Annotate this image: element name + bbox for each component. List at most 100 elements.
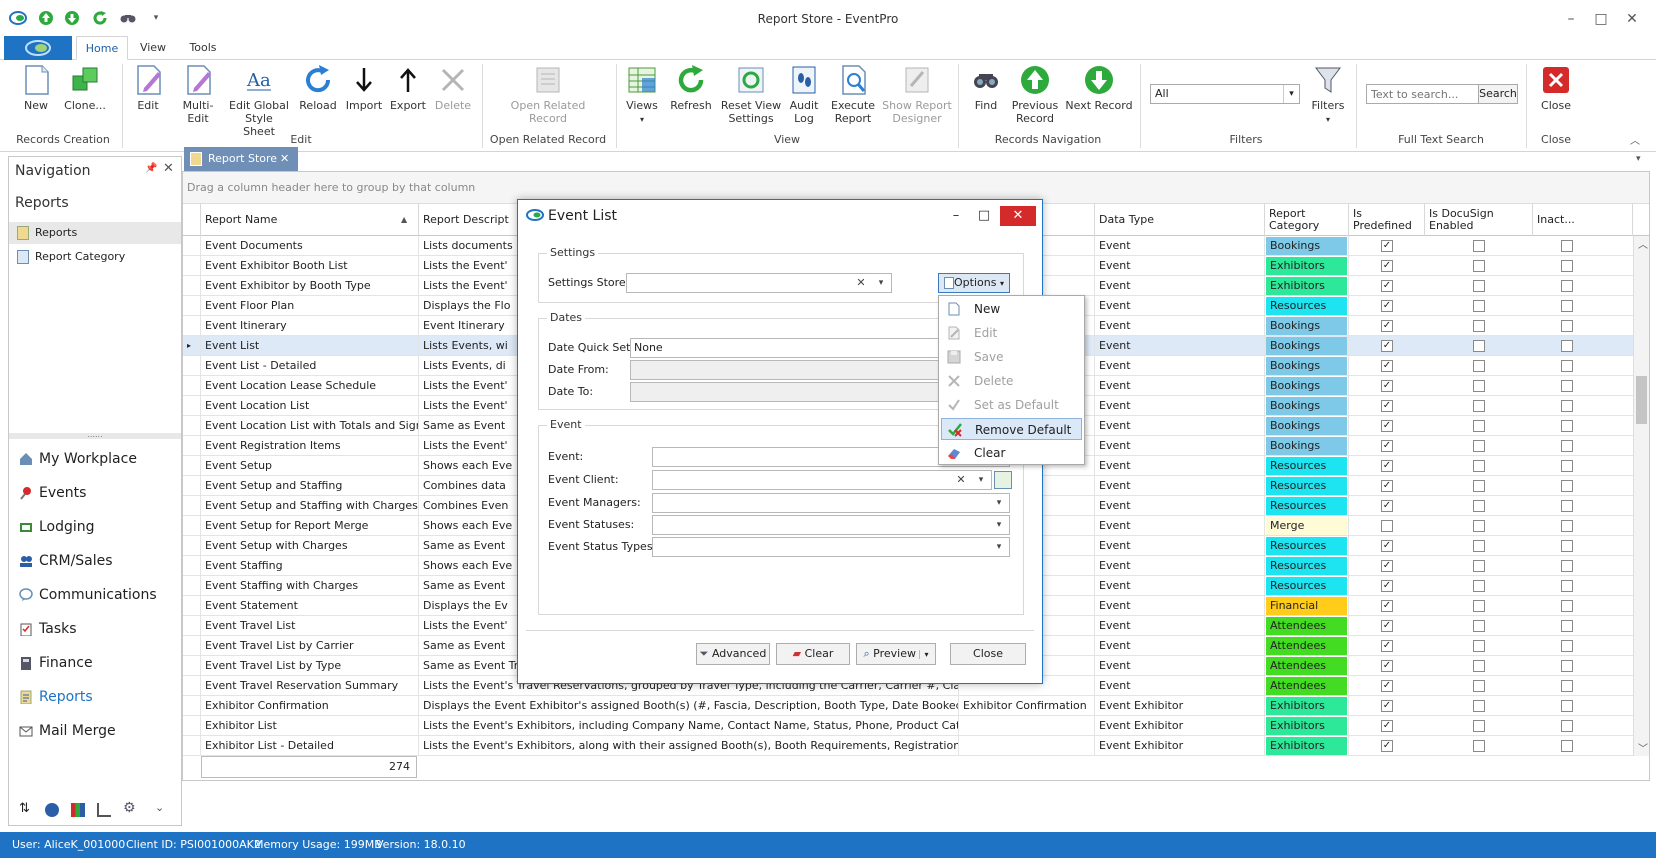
module-events[interactable]: Events: [9, 477, 181, 509]
preview-button[interactable]: ⌕ Preview ▾: [856, 643, 936, 665]
inactive-checkbox[interactable]: [1561, 700, 1573, 712]
module-my-workplace[interactable]: My Workplace: [9, 443, 181, 475]
is-docusign-checkbox[interactable]: [1473, 500, 1485, 512]
is-predefined-checkbox[interactable]: ✓: [1381, 720, 1393, 732]
is-predefined-checkbox[interactable]: ✓: [1381, 480, 1393, 492]
nav-item-reports[interactable]: Reports: [9, 222, 181, 244]
inactive-checkbox[interactable]: [1561, 340, 1573, 352]
open-related-record-button[interactable]: Open Related Record: [508, 62, 588, 132]
nav-item-report-category[interactable]: Report Category: [9, 246, 181, 268]
is-predefined-checkbox[interactable]: ✓: [1381, 560, 1393, 572]
close-nav-icon[interactable]: ✕: [163, 161, 174, 176]
event-client-field[interactable]: ✕ ▾: [652, 470, 992, 490]
chevron-down-icon[interactable]: ▾: [991, 539, 1007, 555]
filters-button[interactable]: Filters ▾: [1304, 62, 1352, 132]
is-docusign-checkbox[interactable]: [1473, 580, 1485, 592]
application-menu-button[interactable]: [4, 36, 72, 60]
inactive-checkbox[interactable]: [1561, 660, 1573, 672]
module-reports[interactable]: Reports: [9, 681, 181, 713]
is-docusign-checkbox[interactable]: [1473, 340, 1485, 352]
is-docusign-checkbox[interactable]: [1473, 420, 1485, 432]
menu-item-delete[interactable]: Delete: [941, 370, 1082, 392]
scroll-down-icon[interactable]: ﹀: [1638, 740, 1648, 755]
is-predefined-checkbox[interactable]: ✓: [1381, 240, 1393, 252]
inactive-checkbox[interactable]: [1561, 280, 1573, 292]
export-button[interactable]: Export: [388, 62, 428, 132]
gear-icon[interactable]: ⚙: [123, 800, 136, 816]
refresh-button[interactable]: Refresh: [668, 62, 714, 132]
search-button[interactable]: Search: [1478, 84, 1518, 104]
event-managers-select[interactable]: ▾: [652, 493, 1010, 513]
is-predefined-checkbox[interactable]: ✓: [1381, 620, 1393, 632]
is-docusign-checkbox[interactable]: [1473, 560, 1485, 572]
is-docusign-checkbox[interactable]: [1473, 280, 1485, 292]
inactive-checkbox[interactable]: [1561, 560, 1573, 572]
is-docusign-checkbox[interactable]: [1473, 640, 1485, 652]
is-docusign-checkbox[interactable]: [1473, 520, 1485, 532]
is-predefined-checkbox[interactable]: ✓: [1381, 700, 1393, 712]
document-dropdown-icon[interactable]: ▾: [1636, 154, 1641, 164]
clear-button[interactable]: ▰ Clear: [776, 643, 850, 665]
is-docusign-checkbox[interactable]: [1473, 660, 1485, 672]
is-predefined-checkbox[interactable]: ✓: [1381, 680, 1393, 692]
inactive-checkbox[interactable]: [1561, 380, 1573, 392]
bar-chart-icon[interactable]: [71, 803, 85, 817]
inactive-checkbox[interactable]: [1561, 300, 1573, 312]
inactive-checkbox[interactable]: [1561, 740, 1573, 752]
is-predefined-checkbox[interactable]: ✓: [1381, 280, 1393, 292]
advanced-button[interactable]: ⏷ Advanced: [696, 643, 770, 665]
inactive-checkbox[interactable]: [1561, 440, 1573, 452]
module-mail-merge[interactable]: Mail Merge: [9, 715, 181, 747]
inactive-checkbox[interactable]: [1561, 580, 1573, 592]
close-button[interactable]: Close: [1534, 62, 1578, 132]
chevron-down-icon[interactable]: ▾: [873, 275, 889, 291]
dialog-close-button[interactable]: ✕: [1000, 206, 1036, 226]
tab-view[interactable]: View: [134, 36, 172, 60]
vertical-scrollbar[interactable]: ︿ ﹀: [1633, 236, 1649, 756]
is-docusign-checkbox[interactable]: [1473, 540, 1485, 552]
inactive-checkbox[interactable]: [1561, 520, 1573, 532]
is-docusign-checkbox[interactable]: [1473, 400, 1485, 412]
import-button[interactable]: Import: [344, 62, 384, 132]
is-predefined-checkbox[interactable]: ✓: [1381, 740, 1393, 752]
scrollbar-thumb[interactable]: [1636, 376, 1647, 424]
edit-button[interactable]: Edit: [128, 62, 168, 132]
inactive-checkbox[interactable]: [1561, 260, 1573, 272]
is-predefined-checkbox[interactable]: ✓: [1381, 360, 1393, 372]
inactive-checkbox[interactable]: [1561, 320, 1573, 332]
minimize-button[interactable]: –: [1556, 8, 1586, 30]
audit-log-button[interactable]: Audit Log: [786, 62, 822, 132]
column-inactive[interactable]: Inact...: [1533, 204, 1633, 236]
dialog-close-action-button[interactable]: Close: [950, 643, 1026, 665]
reset-view-settings-button[interactable]: Reset View Settings: [720, 62, 782, 132]
scroll-up-icon[interactable]: ︿: [1638, 236, 1648, 251]
dialog-maximize-button[interactable]: □: [970, 206, 998, 226]
options-button[interactable]: Options ▾: [938, 273, 1010, 293]
is-docusign-checkbox[interactable]: [1473, 700, 1485, 712]
inactive-checkbox[interactable]: [1561, 460, 1573, 472]
menu-item-edit[interactable]: Edit: [941, 322, 1082, 344]
edit-global-style-sheet-button[interactable]: Aa Edit Global Style Sheet: [228, 62, 290, 138]
inactive-checkbox[interactable]: [1561, 600, 1573, 612]
table-row[interactable]: Exhibitor Confirmation Displays the Event…: [183, 696, 1633, 716]
close-window-button[interactable]: ✕: [1617, 8, 1647, 30]
inactive-checkbox[interactable]: [1561, 360, 1573, 372]
is-predefined-checkbox[interactable]: ✓: [1381, 660, 1393, 672]
is-predefined-checkbox[interactable]: [1381, 520, 1393, 532]
is-predefined-checkbox[interactable]: ✓: [1381, 260, 1393, 272]
module-crm-sales[interactable]: CRM/Sales: [9, 545, 181, 577]
menu-item-remove-default[interactable]: Remove Default: [941, 418, 1082, 440]
collapse-ribbon-icon[interactable]: ︿: [1630, 132, 1640, 147]
filter-select[interactable]: All ▾: [1150, 84, 1300, 104]
is-docusign-checkbox[interactable]: [1473, 240, 1485, 252]
inactive-checkbox[interactable]: [1561, 620, 1573, 632]
close-tab-icon[interactable]: ✕: [280, 147, 289, 171]
inactive-checkbox[interactable]: [1561, 640, 1573, 652]
is-docusign-checkbox[interactable]: [1473, 440, 1485, 452]
menu-item-clear[interactable]: Clear: [941, 442, 1082, 464]
is-predefined-checkbox[interactable]: ✓: [1381, 320, 1393, 332]
is-predefined-checkbox[interactable]: ✓: [1381, 340, 1393, 352]
table-row[interactable]: Exhibitor List Lists the Event's Exhibito…: [183, 716, 1633, 736]
column-report-name[interactable]: Report Name ▲: [201, 204, 419, 236]
next-record-button[interactable]: Next Record: [1064, 62, 1134, 132]
